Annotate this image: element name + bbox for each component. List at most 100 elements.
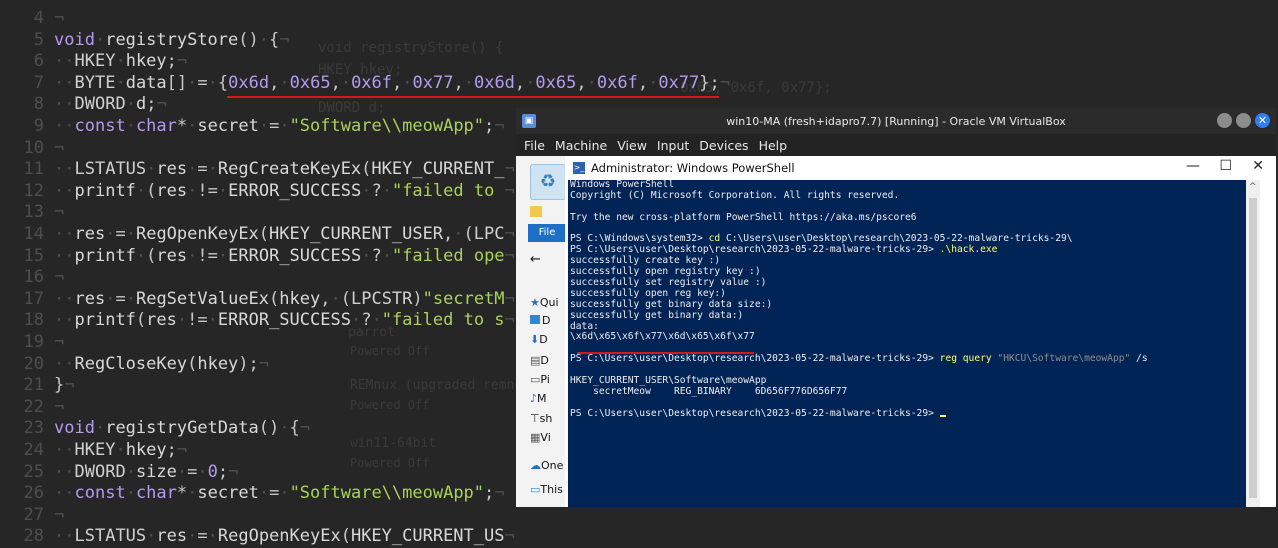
line-number: 14 [23,224,44,244]
code-underline-annotation [227,96,719,98]
explorer-item-desktop[interactable]: D [530,314,550,327]
ghost-text: REMnux (upgraded remnux) [350,378,538,393]
ghost-text: DWORD d; [318,100,386,116]
line-number: 10 [23,137,44,158]
menu-input[interactable]: Input [657,138,689,153]
menu-machine[interactable]: Machine [555,138,607,153]
ghost-text: Powered Off [350,456,430,470]
code-line: 25 ··DWORD·size·=·0;¬ [0,461,239,484]
line-number: 24 [23,440,44,460]
scroll-up-arrow-icon[interactable]: ^ [1249,182,1257,192]
music-icon: ♪ [530,392,538,405]
code-text: void·registryStore()·{¬ [54,29,290,50]
powershell-icon: >_ [573,162,585,174]
code-line: 6 ··HKEY·hkey;¬ [0,51,187,73]
code-line: 12 ··printf·(res·!=·ERROR_SUCCESS·?·"fail… [0,181,515,203]
code-text: void·registryGetData()·{¬ [54,418,310,439]
code-line: 11 ··LSTATUS·res·=·RegCreateKeyEx(HKEY_CU… [0,159,515,181]
file-explorer-sidebar: ♻ File ← ★Qui D ⬇D ▤D ▭Pi ♪M ⊤sh ▦Vi ☁On… [516,156,568,507]
menu-help[interactable]: Help [759,138,788,153]
code-line: 22 ¬ [0,396,65,419]
code-text: ¬ [54,267,65,288]
code-line: 14 ··res·=·RegOpenKeyEx(HKEY_CURRENT_USER… [0,224,515,246]
powershell-console[interactable]: Windows PowerShell Copyright (C) Microsof… [568,180,1246,507]
menu-file[interactable]: File [524,138,545,153]
line-number: 19 [23,332,44,352]
explorer-item-pictures[interactable]: ▭Pi [530,373,550,386]
code-line: 19 ¬ [0,332,65,354]
ps-maximize-button[interactable]: ☐ [1219,158,1232,174]
console-scrollbar[interactable]: ^ [1246,180,1260,507]
virtualbox-window[interactable]: ▣ win10-MA (fresh+idapro7.7) [Running] -… [516,108,1276,507]
code-text: ··printf·(res·!=·ERROR_SUCCESS·?·"failed… [54,245,515,266]
line-number: 26 [23,483,44,504]
code-text: ··DWORD·d;¬ [54,94,167,115]
virtualbox-titlebar[interactable]: ▣ win10-MA (fresh+idapro7.7) [Running] -… [516,108,1276,134]
line-number: 9 [33,116,44,136]
code-line: 9 ··const·char*·secret·=·"Software\\meowA… [0,116,505,138]
console-line: PS C:\Users\user\Desktop\research\2023-0… [568,408,1246,420]
code-text: ··RegCloseKey(hkey);¬ [54,353,270,374]
recycle-bin-icon[interactable]: ♻ [530,164,566,200]
folder-icon [530,206,542,217]
console-line: Try the new cross-platform PowerShell ht… [570,211,917,223]
quick-access-item[interactable]: ★Qui [530,296,559,309]
code-text: ··DWORD·size·=·0;¬ [54,461,239,482]
powershell-window[interactable]: >_ Administrator: Windows PowerShell — ☐… [565,156,1276,507]
document-icon: ▤ [530,354,541,367]
ps-close-button[interactable]: ✕ [1252,158,1264,174]
ghost-text: void registryStore() { [318,40,504,56]
line-number: 22 [23,396,44,417]
explorer-item-documents[interactable]: ▤D [530,354,549,367]
code-text: ··HKEY·hkey;¬ [54,51,188,72]
code-text: ¬ [54,396,65,417]
line-number: 18 [23,310,44,331]
code-line: 13 ¬ [0,202,65,224]
explorer-item-downloads[interactable]: ⬇D [530,333,548,346]
menu-devices[interactable]: Devices [699,138,748,153]
code-line: 23 void·registryGetData()·{¬ [0,418,310,440]
scrollbar-thumb[interactable] [1249,198,1257,498]
line-number: 6 [33,51,44,72]
line-number: 20 [23,353,44,374]
console-line: secretMeow REG_BINARY 6D656F776D656F77 [570,385,848,397]
code-line: 15 ··printf·(res·!=·ERROR_SUCCESS·?·"fail… [0,246,515,268]
code-line: 7 ··BYTE·data[]·=·{0x6d,·0x65,·0x6f,·0x77… [0,73,730,95]
code-line: 8 ··DWORD·d;¬ [0,94,167,116]
line-number: 11 [23,159,44,180]
code-text: ··res·=·RegSetValueEx(hkey,·(LPCSTR)"sec… [54,288,515,309]
code-line: 27 ¬ [0,504,65,527]
explorer-item-onedrive[interactable]: ☁One [530,459,563,472]
code-line: 21}¬ [0,375,75,397]
ps-minimize-button[interactable]: — [1186,158,1200,174]
vbox-minimize-button[interactable] [1217,113,1232,128]
powershell-titlebar[interactable]: >_ Administrator: Windows PowerShell — ☐… [565,156,1276,180]
menu-view[interactable]: View [617,138,647,153]
explorer-item-music[interactable]: ♪M [530,392,547,405]
guest-screen[interactable]: ♻ File ← ★Qui D ⬇D ▤D ▭Pi ♪M ⊤sh ▦Vi ☁On… [516,156,1276,507]
console-underline-annotation [577,352,754,354]
vbox-close-button[interactable]: ✕ [1255,113,1270,128]
explorer-file-tab[interactable]: File [528,224,566,242]
code-line: 17 ··res·=·RegSetValueEx(hkey,·(LPCSTR)"s… [0,289,515,311]
console-line: PS C:\Users\user\Desktop\research\2023-0… [570,353,1148,365]
console-line: \x6d\x65\x6f\x77\x6d\x65\x6f\x77 [570,331,755,343]
console-cursor [939,414,946,417]
back-arrow-icon[interactable]: ← [530,252,541,267]
line-number: 23 [23,418,44,439]
line-number: 7 [33,72,44,93]
code-text: ··HKEY·hkey;¬ [54,440,188,460]
code-line: 28 ··LSTATUS·res·=·RegOpenKeyEx(HKEY_CURR… [0,526,515,548]
virtualbox-title: win10-MA (fresh+idapro7.7) [Running] - O… [726,114,1066,128]
line-number: 27 [23,504,44,525]
code-text: ··BYTE·data[]·=·{0x6d,·0x65,·0x6f,·0x77,… [54,72,731,93]
desktop-icon [530,315,540,324]
code-text: ¬ [54,8,65,28]
vbox-maximize-button[interactable] [1236,113,1251,128]
explorer-item-this-pc[interactable]: ▭This [530,483,563,496]
explorer-item-share[interactable]: ⊤sh [530,412,552,425]
virtualbox-menubar: File Machine View Input Devices Help [516,134,1276,156]
code-line: 20 ··RegCloseKey(hkey);¬ [0,353,270,376]
explorer-item-videos[interactable]: ▦Vi [530,431,551,444]
code-text: }¬ [54,375,75,396]
